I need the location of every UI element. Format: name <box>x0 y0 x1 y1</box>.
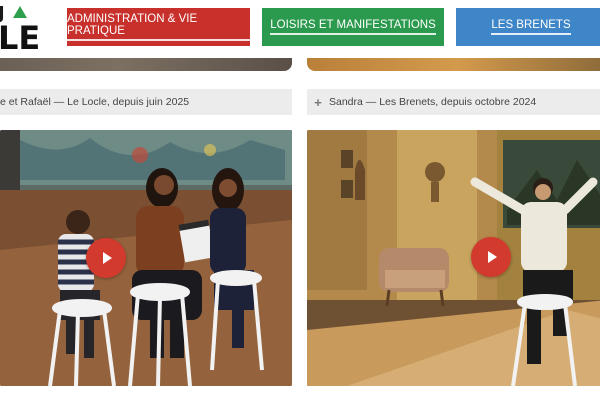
logo-main-text: LE <box>0 19 41 57</box>
video-caption-left[interactable]: e et Rafaël — Le Locle, depuis juin 2025 <box>0 89 292 115</box>
site-header: J LE ADMINISTRATION & VIE PRATIQUE LOISI… <box>0 0 600 58</box>
nav-administration-button[interactable]: ADMINISTRATION & VIE PRATIQUE <box>67 8 250 46</box>
plus-icon: + <box>314 94 322 110</box>
video-caption-right[interactable]: + Sandra — Les Brenets, depuis octobre 2… <box>307 89 600 115</box>
previous-video-thumbnail-left[interactable] <box>0 58 292 71</box>
play-button-left[interactable] <box>86 238 126 278</box>
nav-loisirs-button[interactable]: LOISIRS ET MANIFESTATIONS <box>262 8 444 46</box>
play-button-right[interactable] <box>471 237 511 277</box>
logo-triangle-icon <box>13 6 27 18</box>
nav-loisirs-label: LOISIRS ET MANIFESTATIONS <box>270 19 436 35</box>
nav-administration-label: ADMINISTRATION & VIE PRATIQUE <box>67 13 250 41</box>
video-caption-right-text: Sandra — Les Brenets, depuis octobre 202… <box>329 96 537 108</box>
video-thumbnail-left[interactable] <box>0 130 292 386</box>
nav-brenets-button[interactable]: LES BRENETS <box>456 8 600 46</box>
nav-brenets-label: LES BRENETS <box>491 19 571 35</box>
video-still-right <box>307 130 600 386</box>
play-icon <box>488 251 497 263</box>
previous-video-thumbnail-right[interactable] <box>307 58 600 71</box>
video-caption-left-text: e et Rafaël — Le Locle, depuis juin 2025 <box>0 96 190 108</box>
video-thumbnail-right[interactable] <box>307 130 600 386</box>
video-still-left <box>0 130 292 386</box>
play-icon <box>103 252 112 264</box>
